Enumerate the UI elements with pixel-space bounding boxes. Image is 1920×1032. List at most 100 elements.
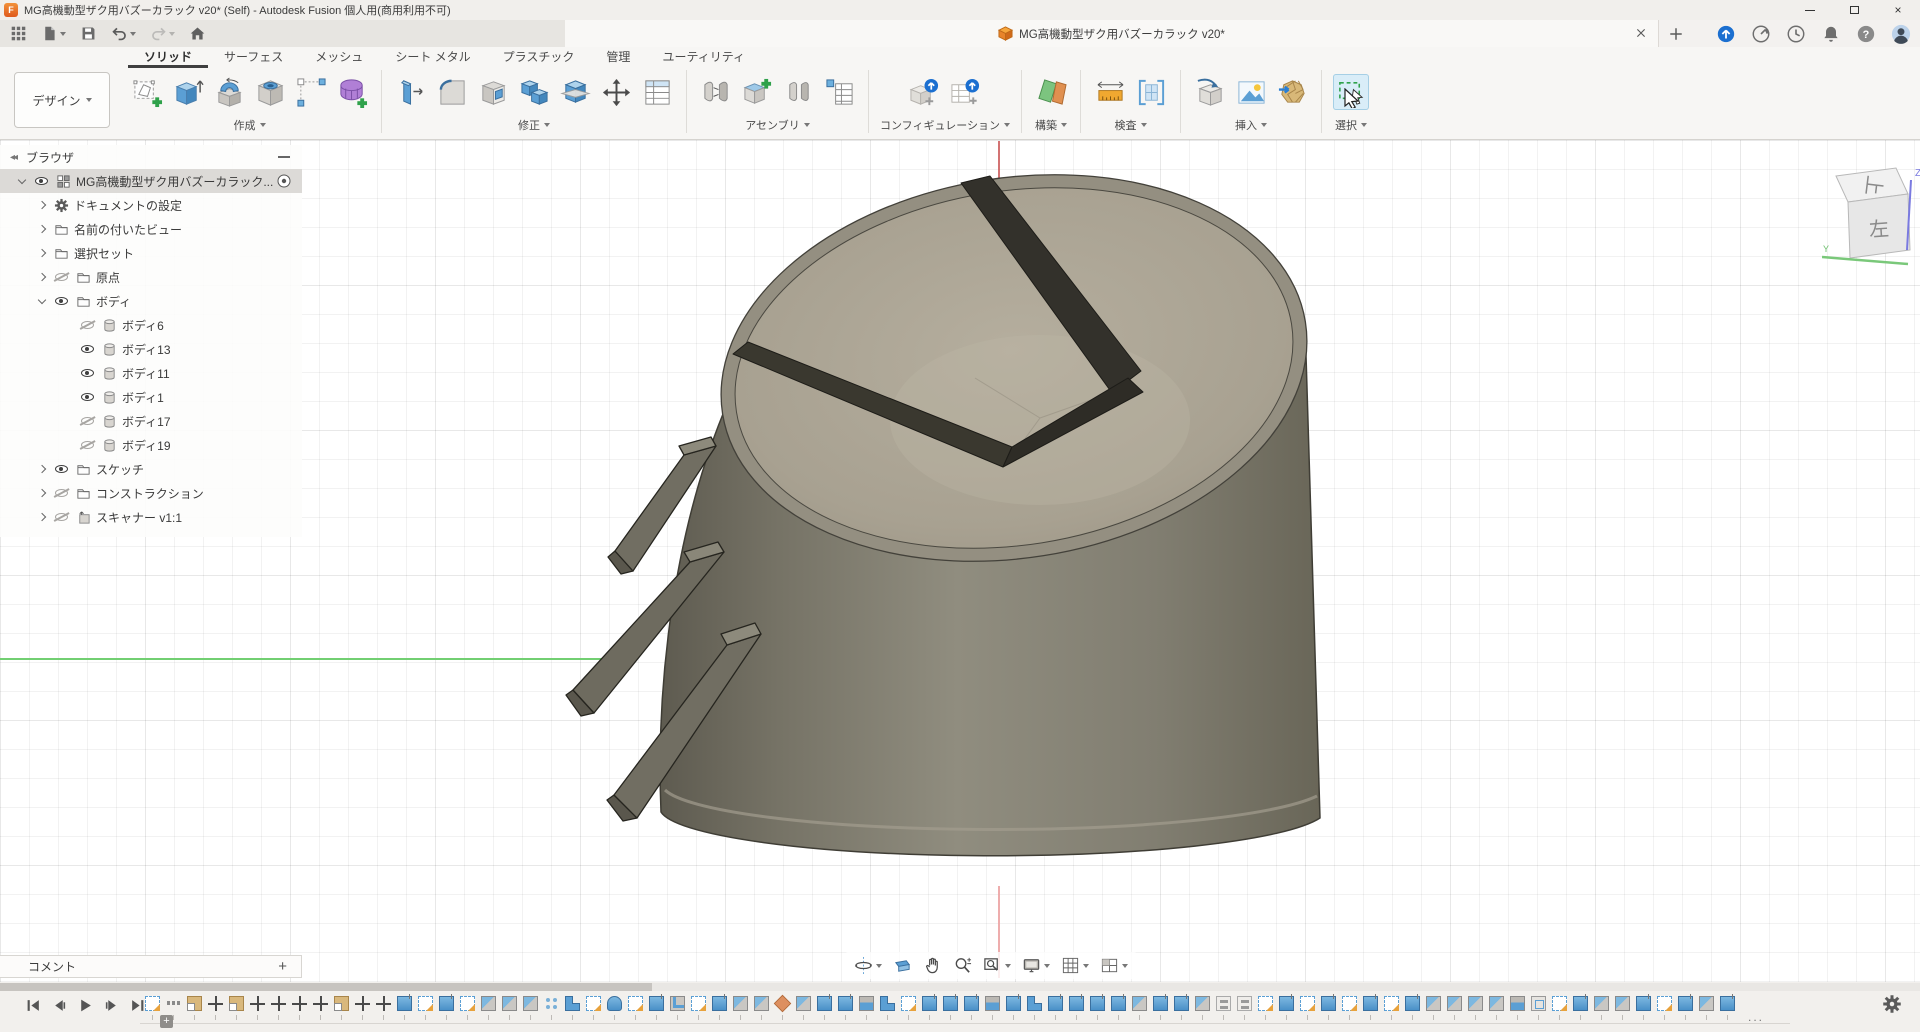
look-at-icon[interactable] [890, 954, 915, 977]
timeline-feature-box[interactable] [226, 996, 247, 1020]
timeline-feature-split[interactable] [730, 996, 751, 1020]
group-inspect-label[interactable]: 検査 [1115, 117, 1147, 133]
minimize-button[interactable] [1788, 0, 1832, 20]
timeline-feature-move[interactable] [289, 996, 310, 1020]
timeline-feature-split[interactable] [1486, 996, 1507, 1020]
move-tool[interactable] [598, 74, 634, 110]
visibility-off-icon[interactable] [50, 273, 72, 281]
timeline-feature-move[interactable] [205, 996, 226, 1020]
timeline-feature-revolve[interactable] [604, 996, 625, 1020]
timeline-feature-split[interactable] [1192, 996, 1213, 1020]
chevron-right-icon[interactable] [34, 274, 50, 280]
fillet-tool[interactable] [434, 74, 470, 110]
play-button[interactable] [78, 998, 93, 1013]
timeline-feature-sketch[interactable] [1339, 996, 1360, 1020]
timeline-feature-split[interactable] [478, 996, 499, 1020]
app-grid-button[interactable] [6, 22, 31, 45]
group-create-label[interactable]: 作成 [234, 117, 266, 133]
timeline-marker[interactable]: + [160, 1015, 173, 1028]
chevron-right-icon[interactable] [34, 466, 50, 472]
visibility-on-icon[interactable] [76, 369, 98, 377]
configure-tool[interactable] [907, 74, 943, 110]
timeline-feature-extrude[interactable] [394, 996, 415, 1020]
timeline-feature-move[interactable] [247, 996, 268, 1020]
group-select-label[interactable]: 選択 [1335, 117, 1367, 133]
visibility-off-icon[interactable] [76, 321, 98, 329]
browser-item-bodies[interactable]: ボディ [0, 289, 302, 313]
timeline-feature-extrude[interactable] [1276, 996, 1297, 1020]
collapse-panel-icon[interactable]: ◂◂ [0, 152, 26, 163]
tab-surface[interactable]: サーフェス [208, 47, 299, 68]
timeline-feature-extrude[interactable] [1318, 996, 1339, 1020]
timeline-feature-extrude[interactable] [1675, 996, 1696, 1020]
group-modify-label[interactable]: 修正 [518, 117, 550, 133]
browser-item-body13[interactable]: ボディ13 [0, 337, 302, 361]
timeline-feature-dots2[interactable] [541, 996, 562, 1020]
display-icon[interactable] [1019, 954, 1053, 977]
form-tool[interactable] [334, 74, 370, 110]
browser-item-root[interactable]: MG高機動型ザク用バズーカラック... [0, 169, 302, 193]
group-insert-label[interactable]: 挿入 [1235, 117, 1267, 133]
visibility-on-icon[interactable] [50, 465, 72, 473]
timeline-feature-move[interactable] [352, 996, 373, 1020]
timeline-feature-box[interactable] [331, 996, 352, 1020]
timeline-feature-split[interactable] [1129, 996, 1150, 1020]
timeline-feature-splitb[interactable] [982, 996, 1003, 1020]
extrude-tool[interactable] [170, 74, 206, 110]
visibility-off-icon[interactable] [50, 513, 72, 521]
new-tab-button[interactable] [1665, 23, 1687, 45]
timeline-feature-sketch[interactable] [898, 996, 919, 1020]
timeline-feature-sketch[interactable] [625, 996, 646, 1020]
joint-tool[interactable] [698, 74, 734, 110]
browser-item-body17[interactable]: ボディ17 [0, 409, 302, 433]
chevron-right-icon[interactable] [34, 226, 50, 232]
timeline-feature-split[interactable] [520, 996, 541, 1020]
timeline-feature-extrude[interactable] [1087, 996, 1108, 1020]
comments-panel[interactable]: コメント + [0, 955, 302, 978]
timeline-feature-sketch[interactable] [1654, 996, 1675, 1020]
timeline-feature-splitb[interactable] [856, 996, 877, 1020]
timeline-feature-combine[interactable] [562, 996, 583, 1020]
browser-item-construction[interactable]: コンストラクション [0, 481, 302, 505]
timeline-feature-extrude[interactable] [1066, 996, 1087, 1020]
as-built-joint-tool[interactable] [780, 74, 816, 110]
close-button[interactable]: × [1876, 0, 1920, 20]
timeline-feature-boxw[interactable] [1528, 996, 1549, 1020]
timeline-feature-extrude[interactable] [436, 996, 457, 1020]
timeline-feature-split[interactable] [793, 996, 814, 1020]
notifications-icon[interactable] [1820, 23, 1842, 45]
timeline-feature-split[interactable] [1465, 996, 1486, 1020]
timeline-feature-split[interactable] [1591, 996, 1612, 1020]
close-tab-icon[interactable] [1632, 24, 1650, 42]
timeline-feature-move[interactable] [310, 996, 331, 1020]
view-cube[interactable]: 上 左 Z Y [1822, 158, 1920, 268]
browser-item-named-views[interactable]: 名前の付いたビュー [0, 217, 302, 241]
go-start-button[interactable] [26, 998, 41, 1013]
timeline-feature-extrude[interactable] [1108, 996, 1129, 1020]
add-comment-button[interactable]: + [278, 958, 287, 975]
browser-item-body11[interactable]: ボディ11 [0, 361, 302, 385]
revolve-tool[interactable] [211, 74, 247, 110]
visibility-on-icon[interactable] [76, 345, 98, 353]
timeline-feature-split[interactable] [1696, 996, 1717, 1020]
minimize-panel-icon[interactable] [278, 156, 290, 158]
tab-solid[interactable]: ソリッド [128, 47, 208, 68]
visibility-on-icon[interactable] [76, 393, 98, 401]
browser-item-body19[interactable]: ボディ19 [0, 433, 302, 457]
sketch-create-tool[interactable] [129, 74, 165, 110]
timeline-feature-box[interactable] [184, 996, 205, 1020]
visibility-off-icon[interactable] [50, 489, 72, 497]
chevron-right-icon[interactable] [34, 202, 50, 208]
chevron-right-icon[interactable] [34, 490, 50, 496]
timeline-scroll-thumb[interactable] [0, 983, 652, 991]
viewcube-top-label[interactable]: 上 [1861, 174, 1886, 197]
timeline-feature-move[interactable] [268, 996, 289, 1020]
visibility-off-icon[interactable] [76, 417, 98, 425]
timeline-feature-extrude[interactable] [1633, 996, 1654, 1020]
hole-tool[interactable] [252, 74, 288, 110]
browser-item-scanner[interactable]: スキャナー v1:1 [0, 505, 302, 529]
timeline-feature-extrude[interactable] [646, 996, 667, 1020]
timeline-feature-sketch[interactable] [1549, 996, 1570, 1020]
insert-derive-tool[interactable] [1192, 74, 1228, 110]
timeline-feature-extrude[interactable] [835, 996, 856, 1020]
